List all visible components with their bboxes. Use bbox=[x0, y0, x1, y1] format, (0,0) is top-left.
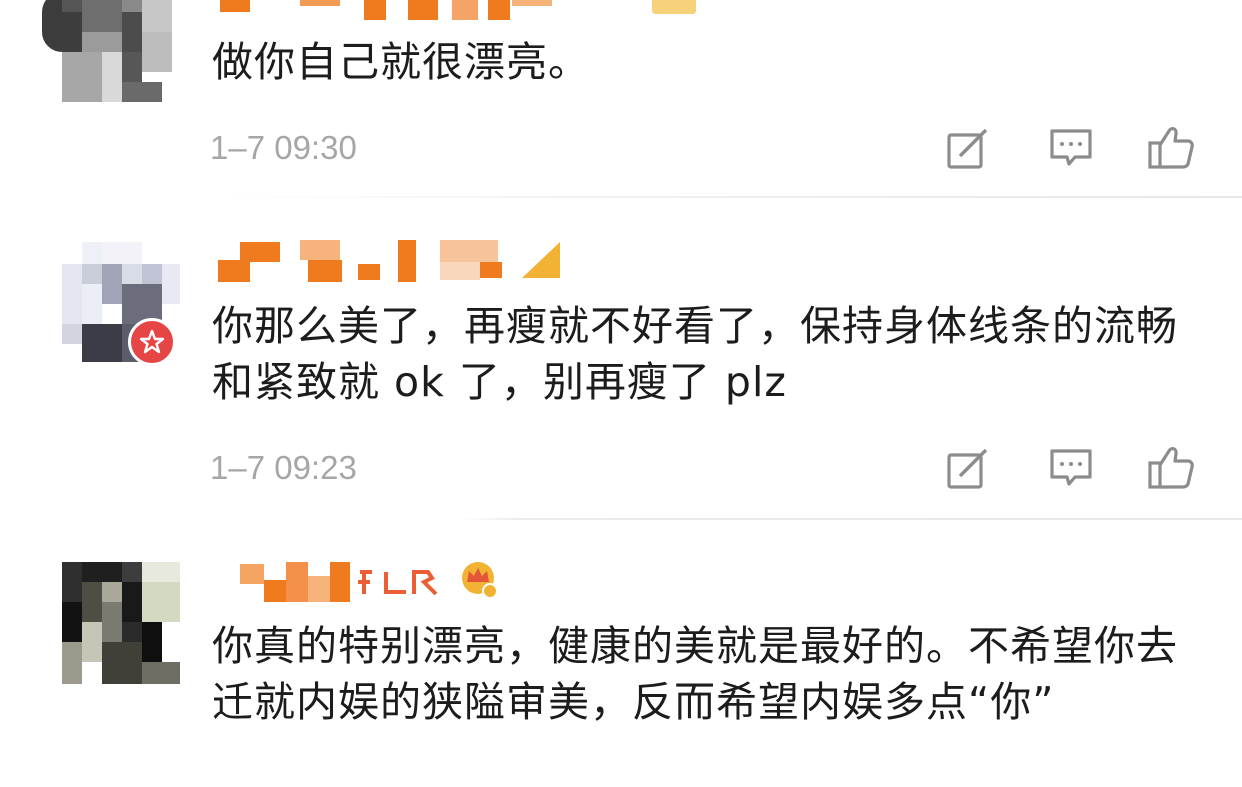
comment-text: 做你自己就很漂亮。 bbox=[212, 38, 590, 86]
avatar[interactable] bbox=[42, 0, 172, 102]
username-fragment bbox=[356, 568, 442, 598]
comment-item: 你那么美了，再瘦就不好看了，保持身体线条的流畅和紧致就 ok 了，别再瘦了 pl… bbox=[0, 200, 1242, 520]
rank-badge-icon bbox=[652, 0, 696, 14]
comment-icon[interactable] bbox=[1043, 442, 1099, 494]
divider bbox=[212, 196, 1242, 198]
username-blurred[interactable] bbox=[212, 240, 572, 290]
avatar[interactable] bbox=[62, 562, 180, 684]
verified-badge-icon bbox=[128, 318, 176, 366]
comment-icon[interactable] bbox=[1043, 122, 1099, 174]
crown-badge-icon bbox=[458, 558, 498, 600]
comment-actions bbox=[940, 122, 1210, 174]
thumbs-up-icon[interactable] bbox=[1143, 122, 1199, 174]
repost-icon[interactable] bbox=[940, 122, 996, 174]
repost-icon[interactable] bbox=[940, 442, 996, 494]
username-blurred[interactable] bbox=[212, 0, 572, 36]
comment-text: 你那么美了，再瘦就不好看了，保持身体线条的流畅和紧致就 ok 了，别再瘦了 pl… bbox=[212, 302, 1178, 406]
thumbs-up-icon[interactable] bbox=[1143, 442, 1199, 494]
timestamp: 1–7 09:23 bbox=[210, 449, 357, 486]
comment-item: 你真的特别漂亮，健康的美就是最好的。不希望你去迁就内娱的狭隘审美，反而希望内娱多… bbox=[0, 520, 1242, 787]
comment-item: 做你自己就很漂亮。 1–7 09:30 bbox=[0, 0, 1242, 200]
timestamp: 1–7 09:30 bbox=[210, 129, 357, 166]
comment-text: 你真的特别漂亮，健康的美就是最好的。不希望你去迁就内娱的狭隘审美，反而希望内娱多… bbox=[212, 622, 1178, 726]
comment-actions bbox=[940, 442, 1210, 494]
